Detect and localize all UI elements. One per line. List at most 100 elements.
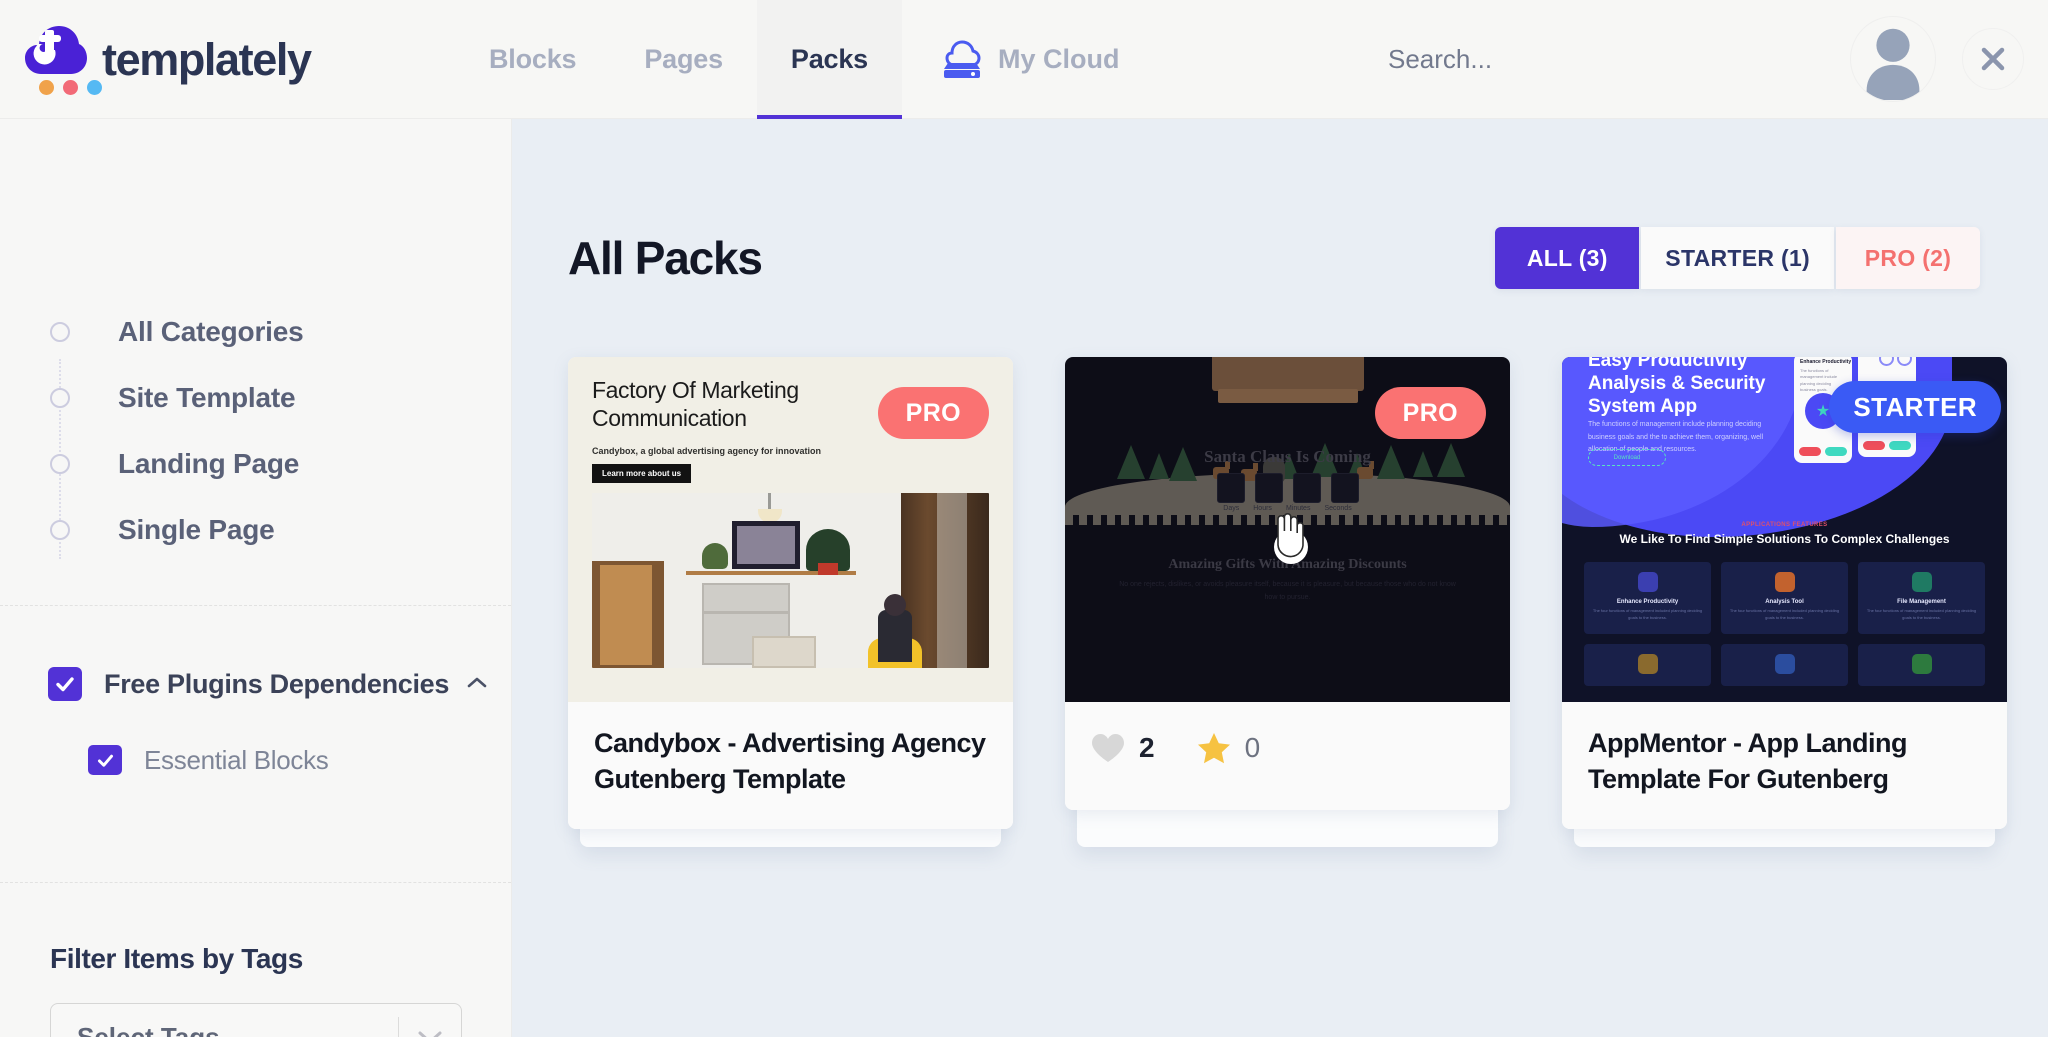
- preview-heading: Factory Of Marketing Communication: [592, 377, 799, 431]
- nav-tab-blocks[interactable]: Blocks: [455, 0, 610, 119]
- app-body: All Categories Site Template Landing Pag…: [0, 119, 2048, 1037]
- feature-text: The four functions of management include…: [1866, 608, 1977, 620]
- preview-section-text: No one rejects, dislikes, or avoids plea…: [1119, 581, 1456, 601]
- caret-up-icon[interactable]: [467, 674, 487, 694]
- segment-starter[interactable]: STARTER (1): [1641, 227, 1834, 289]
- preview-subtext: Candybox, a global advertising agency fo…: [592, 446, 822, 457]
- tags-section-title: Filter Items by Tags: [50, 943, 303, 974]
- search-box[interactable]: [1380, 43, 1850, 75]
- templately-logo-mark: [25, 21, 102, 97]
- card-inner: PRO Christmas: [1065, 357, 1510, 810]
- nav-tab-pages[interactable]: Pages: [610, 0, 757, 119]
- select-tags-value: Select Tags: [77, 1021, 220, 1037]
- search-input[interactable]: [1380, 43, 1850, 75]
- close-button[interactable]: [1962, 28, 2024, 90]
- pack-thumbnail: STARTER Easy Productivity Analysis & Sec…: [1562, 357, 2007, 702]
- christmas-sign: Christmas: [1211, 357, 1364, 403]
- card-inner: PRO Factory Of Marketing Communication C…: [568, 357, 1013, 830]
- status-badge: STARTER: [1829, 381, 2001, 433]
- feature-text: The four functions of management include…: [1592, 608, 1703, 620]
- cloud-server-icon: [943, 40, 981, 78]
- card-footer: 2 0: [1065, 702, 1510, 810]
- preview-cta-button: Download: [1588, 449, 1666, 466]
- segment-pro[interactable]: PRO (2): [1836, 227, 1980, 289]
- feature-grid-row2: [1584, 644, 1985, 686]
- pack-thumbnail: PRO Christmas: [1065, 357, 1510, 702]
- phone-title: Enhance Productivity: [1800, 359, 1852, 365]
- segment-all[interactable]: ALL (3): [1495, 227, 1640, 289]
- plugin-item-essential-blocks[interactable]: Essential Blocks: [0, 730, 511, 790]
- preview-heading: Santa Claus Is Coming: [1204, 447, 1371, 466]
- pack-type-segmented-control: ALL (3) STARTER (1) PRO (2): [1495, 227, 1980, 289]
- sidebar-item-single-page[interactable]: Single Page: [0, 497, 511, 563]
- sidebar-item-site-template[interactable]: Site Template: [0, 365, 511, 431]
- pack-title: AppMentor - App Landing Template For Gut…: [1588, 728, 1907, 794]
- logo-dots: [39, 80, 102, 95]
- app-header: templately Blocks Pages Packs My Cloud: [0, 0, 2048, 119]
- status-badge: PRO: [1374, 387, 1486, 439]
- card-stats: 2 0: [1091, 726, 1484, 764]
- user-avatar[interactable]: [1850, 16, 1936, 102]
- avatar-icon: [1866, 28, 1920, 100]
- pack-thumbnail: PRO Factory Of Marketing Communication C…: [568, 357, 1013, 702]
- category-radio-group: All Categories Site Template Landing Pag…: [0, 119, 511, 563]
- preview-photo: [592, 493, 989, 669]
- feature-cell: File Management The four functions of ma…: [1858, 562, 1985, 634]
- free-plugins-label: Free Plugins Dependencies: [104, 668, 450, 699]
- preview-heading: Easy Productivity Analysis & Security Sy…: [1588, 357, 1766, 418]
- heart-icon[interactable]: [1091, 733, 1125, 764]
- free-plugins-dependencies-row[interactable]: Free Plugins Dependencies: [0, 654, 511, 714]
- sidebar-item-all-categories[interactable]: All Categories: [0, 299, 511, 365]
- feature-text: The four functions of management include…: [1729, 608, 1840, 620]
- tags-filter-section: Filter Items by Tags Select Tags: [0, 883, 511, 1037]
- packs-header-row: All Packs ALL (3) STARTER (1) PRO (2): [512, 119, 2048, 289]
- templately-app-window: templately Blocks Pages Packs My Cloud S…: [0, 0, 2048, 1037]
- close-icon: [1981, 47, 2005, 71]
- star-icon[interactable]: [1197, 732, 1231, 764]
- category-label: All Categories: [118, 316, 304, 347]
- hand-pointer-cursor: 1: [1265, 507, 1311, 572]
- feature-title: Enhance Productivity: [1616, 599, 1679, 605]
- checkbox-checked-icon[interactable]: [88, 745, 122, 775]
- packs-main-area: All Packs ALL (3) STARTER (1) PRO (2) PR…: [512, 119, 2048, 1037]
- preview-mid-section: APPLICATIONS FEATURES We Like To Find Si…: [1562, 522, 2007, 548]
- cloud-logo-icon: [25, 26, 87, 74]
- category-label: Single Page: [118, 514, 275, 545]
- card-inner: STARTER Easy Productivity Analysis & Sec…: [1562, 357, 2007, 830]
- chevron-down-icon[interactable]: [399, 1029, 461, 1037]
- radio-icon: [50, 388, 70, 408]
- plugin-item-label: Essential Blocks: [144, 744, 329, 775]
- pack-title: Candybox - Advertising Agency Gutenberg …: [594, 728, 986, 794]
- preview-section-heading: We Like To Find Simple Solutions To Comp…: [1619, 532, 1950, 546]
- status-badge: PRO: [877, 387, 989, 439]
- header-right-cluster: [1380, 16, 2048, 102]
- preview-cta-button: Learn more about us: [592, 464, 692, 484]
- page-title: All Packs: [568, 232, 763, 284]
- preview-kicker: APPLICATIONS FEATURES: [1741, 522, 1828, 528]
- brand-logo[interactable]: templately: [0, 21, 455, 97]
- main-nav: Blocks Pages Packs My Cloud: [455, 0, 1139, 119]
- radio-icon: [50, 520, 70, 540]
- feature-grid: Enhance Productivity The four functions …: [1584, 562, 1985, 634]
- checkbox-checked-icon[interactable]: [48, 667, 82, 701]
- nav-my-cloud[interactable]: My Cloud: [902, 0, 1140, 119]
- sidebar-item-landing-page[interactable]: Landing Page: [0, 431, 511, 497]
- select-tags-dropdown[interactable]: Select Tags: [50, 1003, 462, 1037]
- pack-card-christmas[interactable]: PRO Christmas: [1065, 357, 1510, 848]
- radio-icon: [50, 454, 70, 474]
- feature-title: Analysis Tool: [1765, 599, 1804, 605]
- feature-cell: Analysis Tool The four functions of mana…: [1721, 562, 1848, 634]
- radio-icon: [50, 322, 70, 342]
- filter-sidebar: All Categories Site Template Landing Pag…: [0, 119, 512, 1037]
- stars-count: 0: [1244, 732, 1261, 763]
- card-footer: AppMentor - App Landing Template For Gut…: [1562, 702, 2007, 830]
- packs-card-grid: PRO Factory Of Marketing Communication C…: [512, 289, 2048, 848]
- nav-tab-packs[interactable]: Packs: [756, 0, 903, 119]
- pack-card-appmentor[interactable]: STARTER Easy Productivity Analysis & Sec…: [1562, 357, 2007, 848]
- feature-title: File Management: [1897, 599, 1946, 605]
- pack-card-candybox[interactable]: PRO Factory Of Marketing Communication C…: [568, 357, 1013, 848]
- my-cloud-label: My Cloud: [997, 43, 1120, 74]
- category-label: Site Template: [118, 382, 296, 413]
- plugins-section: Free Plugins Dependencies Essential Bloc…: [0, 606, 511, 790]
- countdown-boxes: [1216, 473, 1359, 503]
